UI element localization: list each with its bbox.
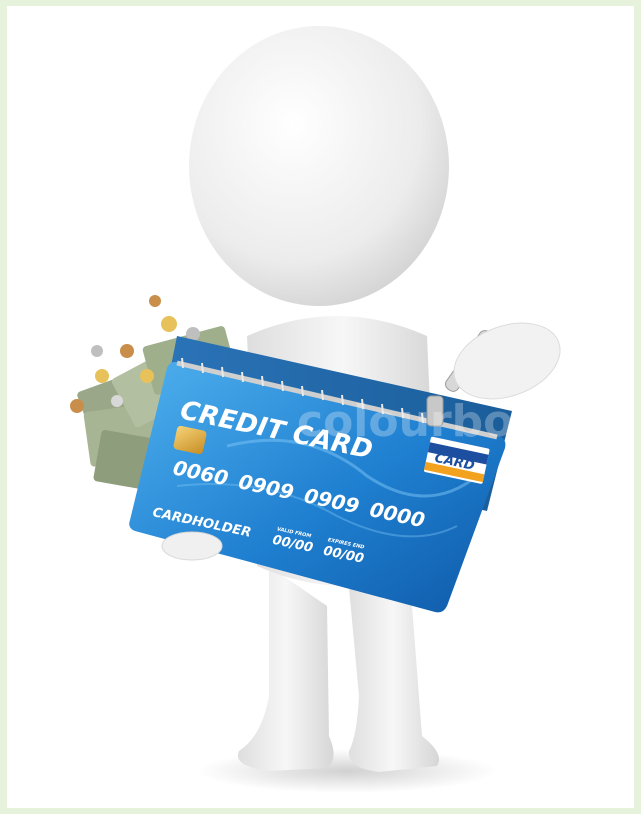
watermark-text: colourbox — [297, 396, 542, 447]
figure-head — [189, 26, 449, 306]
image-frame: CREDIT CARD 0060 0909 0909 0000 CARDHOLD… — [7, 6, 634, 808]
scene-illustration: CREDIT CARD 0060 0909 0909 0000 CARDHOLD… — [70, 26, 561, 793]
figure-left-hand — [161, 531, 223, 561]
